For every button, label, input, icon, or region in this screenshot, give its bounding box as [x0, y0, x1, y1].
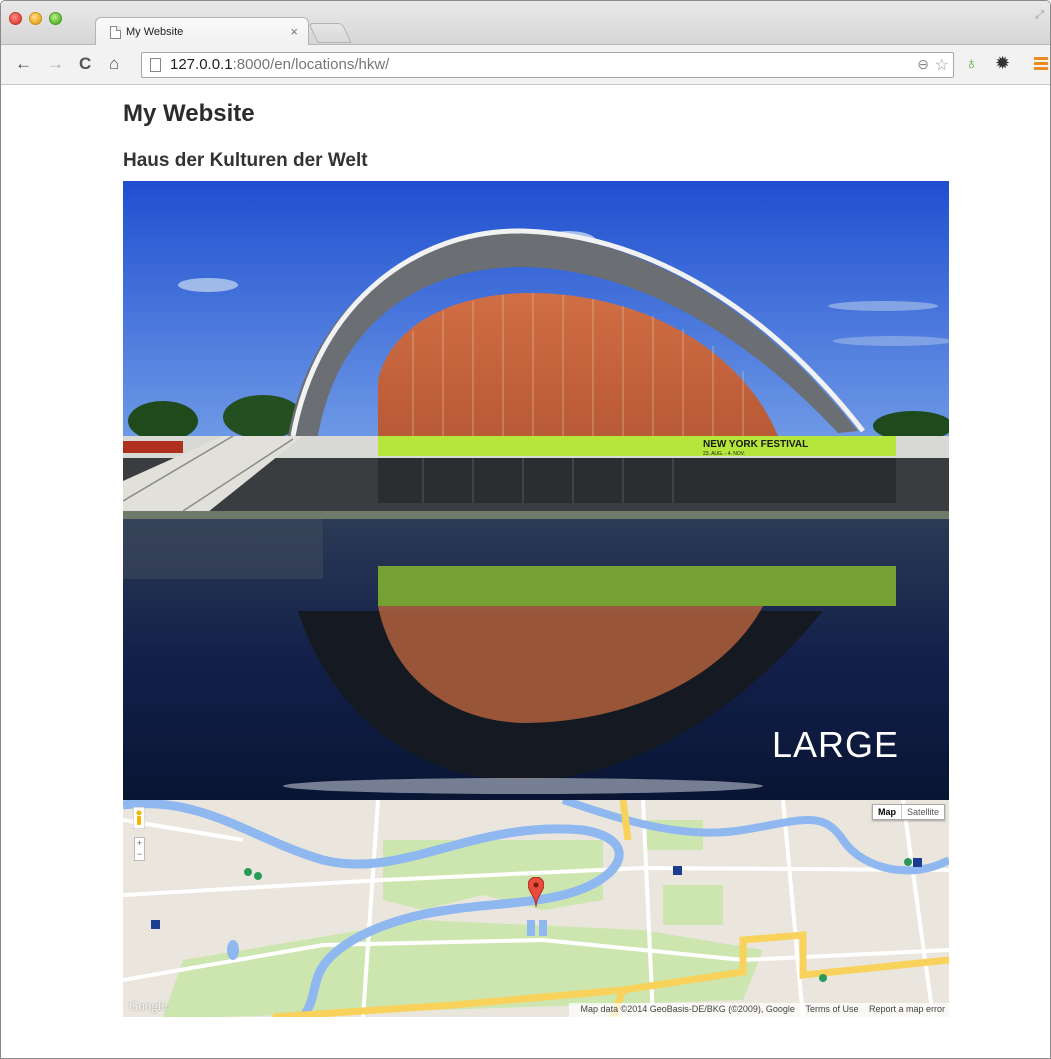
map-type-control[interactable]: Map Satellite: [871, 804, 945, 820]
page-content: My Website Haus der Kulturen der Welt NE…: [1, 86, 1050, 1058]
zoom-window-button[interactable]: [49, 12, 62, 25]
extension-icon[interactable]: ♁: [965, 54, 978, 74]
reload-icon[interactable]: C: [79, 54, 91, 74]
image-badge: LARGE: [771, 724, 899, 765]
tab-strip: My Website × ⤢: [1, 1, 1050, 46]
zoom-out-button[interactable]: −: [135, 849, 144, 860]
fullscreen-icon[interactable]: ⤢: [1035, 9, 1044, 22]
url-text[interactable]: 127.0.0.1:8000/en/locations/hkw/: [170, 56, 389, 73]
banner-dates: 23. AUG. - 4. NOV.: [703, 451, 745, 457]
browser-window: My Website × ⤢ ← → C ⌂ 127.0.0.1:8000/en…: [0, 0, 1051, 1059]
address-bar[interactable]: 127.0.0.1:8000/en/locations/hkw/ ⊖ ☆: [141, 52, 954, 78]
forward-icon[interactable]: →: [47, 54, 64, 74]
zoom-in-button[interactable]: +: [135, 838, 144, 849]
pegman-icon[interactable]: [133, 807, 145, 829]
google-logo[interactable]: Google: [129, 998, 167, 1014]
map-type-map-button[interactable]: Map: [873, 805, 902, 819]
location-title: Haus der Kulturen der Welt: [123, 150, 368, 171]
toolbar: ← → C ⌂ 127.0.0.1:8000/en/locations/hkw/…: [1, 45, 1050, 85]
report-error-link[interactable]: Report a map error: [869, 1004, 945, 1014]
url-path: :8000/en/locations/hkw/: [232, 56, 390, 73]
banner-text: NEW YORK FESTIVAL: [703, 439, 808, 450]
minimize-window-button[interactable]: [29, 12, 42, 25]
map-type-satellite-button[interactable]: Satellite: [902, 805, 944, 819]
tab-close-button[interactable]: ×: [290, 24, 298, 39]
page-icon: [150, 58, 161, 72]
home-icon[interactable]: ⌂: [109, 54, 119, 74]
map-footer: Map data ©2014 GeoBasis-DE/BKG (©2009), …: [568, 1003, 949, 1017]
close-window-button[interactable]: [9, 12, 22, 25]
new-tab-button[interactable]: [308, 23, 352, 43]
url-host: 127.0.0.1: [170, 56, 233, 73]
tab-title: My Website: [126, 26, 184, 38]
back-icon[interactable]: ←: [15, 54, 32, 74]
location-photo: NEW YORK FESTIVAL 23. AUG. - 4. NOV. LAR…: [123, 181, 949, 800]
gear-icon[interactable]: ✹: [995, 53, 1010, 74]
map-marker-icon[interactable]: [528, 877, 544, 907]
map-zoom-control[interactable]: + −: [134, 837, 145, 861]
site-title[interactable]: My Website: [123, 100, 255, 128]
menu-icon[interactable]: [1034, 57, 1048, 71]
zoom-icon[interactable]: ⊖: [917, 56, 929, 73]
page-icon: [110, 26, 121, 39]
location-map[interactable]: + − Map Satellite Google Map data ©2014 …: [123, 800, 949, 1017]
map-attribution: Map data ©2014 GeoBasis-DE/BKG (©2009), …: [580, 1004, 795, 1014]
tab-active[interactable]: My Website ×: [95, 17, 309, 46]
terms-link[interactable]: Terms of Use: [805, 1004, 858, 1014]
star-icon[interactable]: ☆: [935, 55, 949, 75]
